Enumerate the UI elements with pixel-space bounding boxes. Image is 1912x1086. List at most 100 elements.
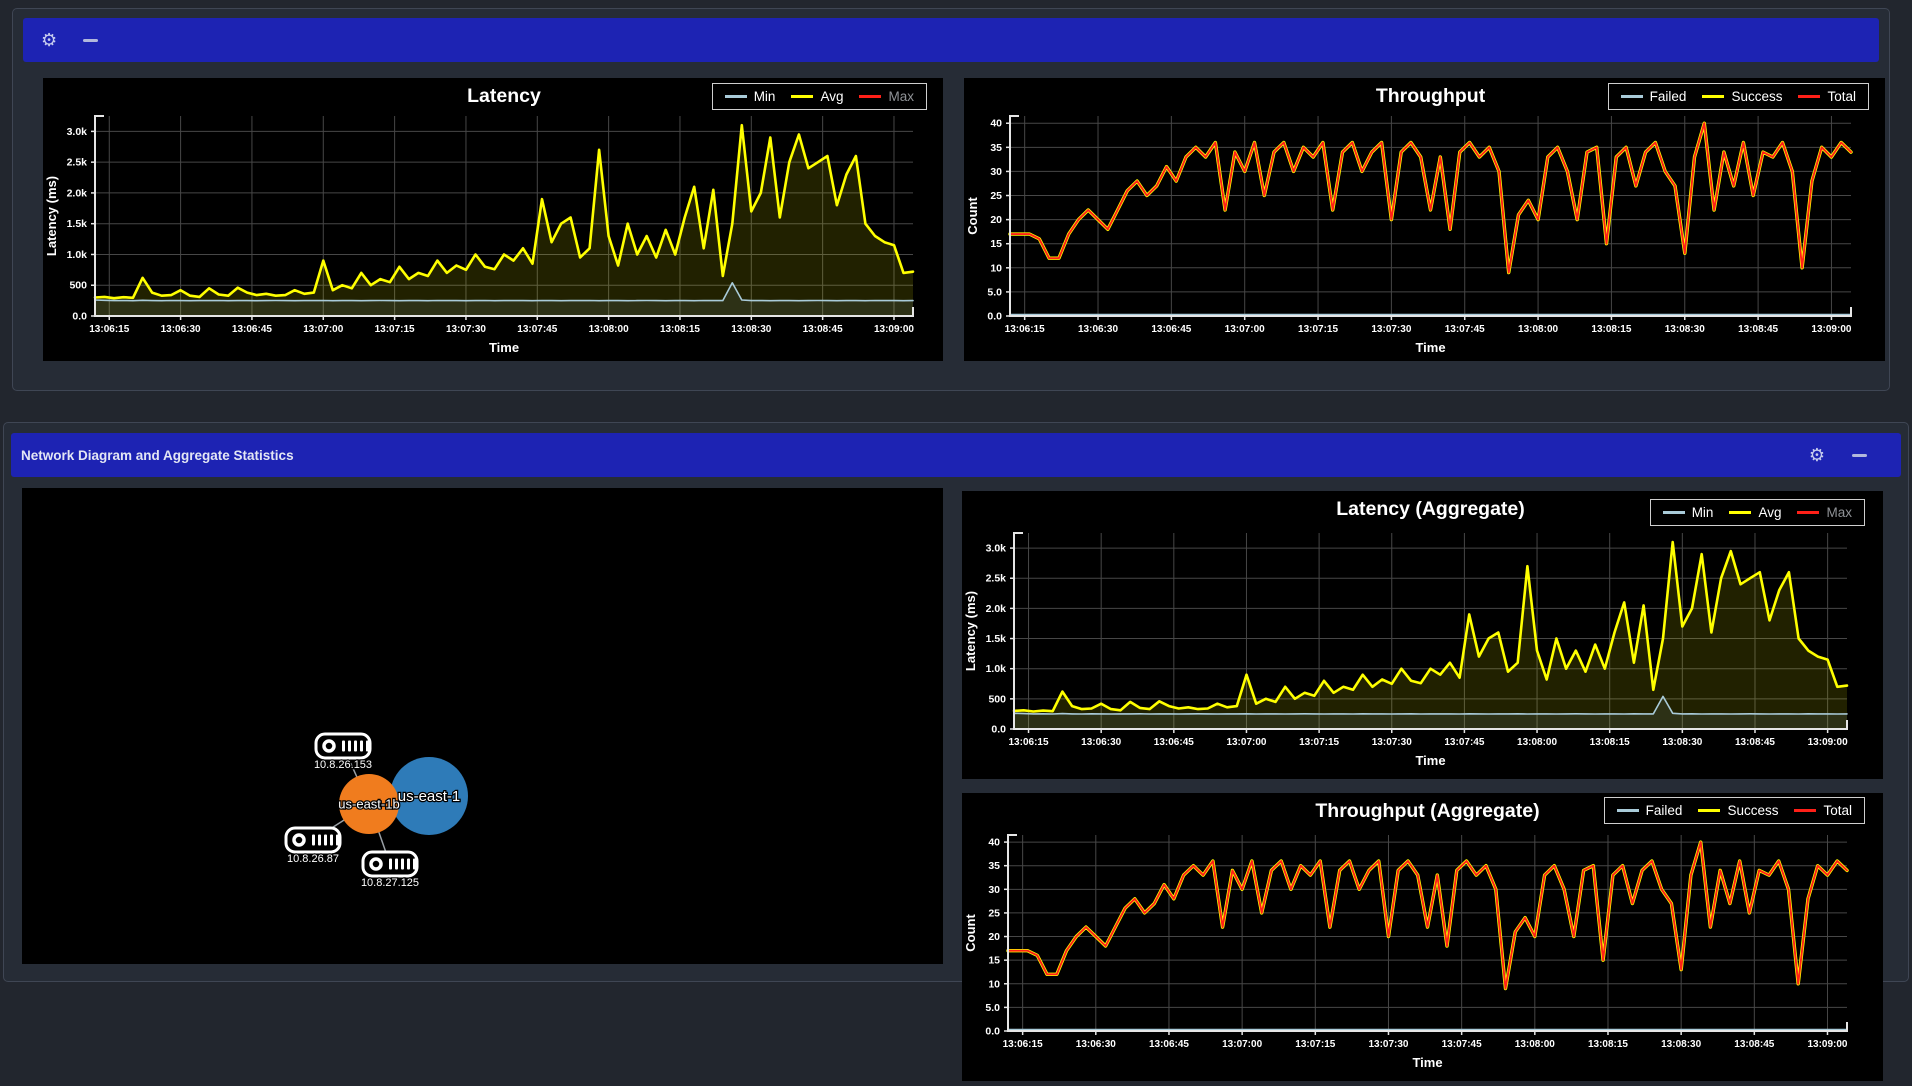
svg-text:25: 25 [988, 907, 1000, 919]
svg-text:13:07:30: 13:07:30 [1368, 1039, 1408, 1050]
svg-text:13:06:45: 13:06:45 [1154, 737, 1194, 748]
svg-text:Latency (Aggregate): Latency (Aggregate) [1336, 498, 1525, 520]
svg-text:13:08:15: 13:08:15 [1590, 737, 1630, 748]
throughput_agg-plot: 0.05.01015202530354013:06:1513:06:3013:0… [962, 793, 1883, 1081]
svg-text:13:06:30: 13:06:30 [161, 324, 201, 335]
latency-aggregate-chart[interactable]: 0.05001.0k1.5k2.0k2.5k3.0k13:06:1513:06:… [962, 491, 1883, 779]
legend-item-min[interactable]: Min [725, 89, 776, 104]
svg-text:2.0k: 2.0k [986, 603, 1007, 615]
svg-text:13:08:00: 13:08:00 [1515, 1039, 1555, 1050]
svg-text:Latency (ms): Latency (ms) [963, 591, 978, 671]
svg-text:13:08:30: 13:08:30 [1662, 737, 1702, 748]
legend-item-min[interactable]: Min [1663, 505, 1714, 520]
legend-item-max[interactable]: Max [1797, 505, 1852, 520]
svg-text:13:08:45: 13:08:45 [1735, 737, 1775, 748]
svg-text:500: 500 [69, 280, 87, 292]
svg-text:Count: Count [965, 197, 980, 235]
svg-text:30: 30 [990, 166, 1002, 178]
legend-label: Failed [1646, 803, 1683, 818]
legend-label: Failed [1650, 89, 1687, 104]
legend-label: Avg [1758, 505, 1781, 520]
throughput-plot: 0.05.01015202530354013:06:1513:06:3013:0… [964, 78, 1885, 361]
legend-label: Avg [820, 89, 843, 104]
svg-text:Latency: Latency [467, 85, 541, 107]
legend-item-failed[interactable]: Failed [1621, 89, 1687, 104]
svg-text:5.0: 5.0 [987, 286, 1002, 298]
svg-text:3.0k: 3.0k [67, 126, 88, 138]
minimize-icon[interactable] [83, 39, 98, 42]
svg-text:13:07:45: 13:07:45 [1445, 324, 1485, 335]
legend-item-total[interactable]: Total [1798, 89, 1856, 104]
legend-label: Total [1827, 89, 1856, 104]
legend-swatch [1797, 511, 1819, 515]
svg-text:1.5k: 1.5k [67, 218, 88, 230]
legend-item-total[interactable]: Total [1794, 803, 1852, 818]
svg-text:40: 40 [988, 837, 1000, 849]
legend-item-max[interactable]: Max [859, 89, 914, 104]
svg-text:Throughput: Throughput [1376, 85, 1486, 107]
legend-item-avg[interactable]: Avg [791, 89, 843, 104]
latency-legend: Min Avg Max [712, 83, 927, 110]
server-icon-10.8.26.87[interactable] [286, 828, 340, 852]
legend-swatch [1794, 809, 1816, 813]
server-icon-10.8.26.153[interactable] [316, 734, 370, 758]
panel-header: Network Diagram and Aggregate Statistics… [11, 433, 1901, 477]
legend-swatch [1621, 95, 1643, 99]
svg-text:13:08:00: 13:08:00 [1518, 324, 1558, 335]
svg-text:13:08:15: 13:08:15 [1591, 324, 1631, 335]
svg-text:13:07:00: 13:07:00 [1225, 324, 1265, 335]
legend-swatch [1729, 511, 1751, 515]
legend-item-failed[interactable]: Failed [1617, 803, 1683, 818]
gear-icon: ⚙ [41, 31, 57, 49]
svg-text:0.0: 0.0 [991, 724, 1006, 736]
svg-text:15: 15 [990, 238, 1002, 250]
legend-swatch [1702, 95, 1724, 99]
throughput-aggregate-chart[interactable]: 0.05.01015202530354013:06:1513:06:3013:0… [962, 793, 1883, 1081]
latency_agg-legend: Min Avg Max [1650, 499, 1865, 526]
svg-text:Time: Time [1412, 1055, 1442, 1070]
throughput-legend: Failed Success Total [1608, 83, 1869, 110]
settings-icon[interactable]: ⚙ [1809, 446, 1825, 464]
network-label-us-east-1b: us-east-1b [338, 796, 399, 811]
svg-text:13:07:45: 13:07:45 [1442, 1039, 1482, 1050]
server-icon-10.8.27.125[interactable] [363, 852, 417, 876]
legend-item-success[interactable]: Success [1698, 803, 1778, 818]
svg-text:13:06:30: 13:06:30 [1081, 737, 1121, 748]
minimize-icon[interactable] [1852, 454, 1867, 457]
gear-icon: ⚙ [1809, 446, 1825, 464]
settings-icon[interactable]: ⚙ [41, 31, 57, 49]
svg-text:13:09:00: 13:09:00 [1807, 1039, 1847, 1050]
svg-text:13:08:00: 13:08:00 [589, 324, 629, 335]
svg-text:10: 10 [990, 262, 1002, 274]
svg-text:35: 35 [990, 142, 1002, 154]
svg-text:0.0: 0.0 [985, 1026, 1000, 1038]
svg-text:500: 500 [988, 693, 1006, 705]
svg-text:13:07:15: 13:07:15 [375, 324, 415, 335]
svg-text:13:07:45: 13:07:45 [1444, 737, 1484, 748]
svg-text:30: 30 [988, 884, 1000, 896]
legend-swatch [1617, 809, 1639, 813]
svg-text:25: 25 [990, 190, 1002, 202]
legend-item-avg[interactable]: Avg [1729, 505, 1781, 520]
throughput-chart[interactable]: 0.05.01015202530354013:06:1513:06:3013:0… [964, 78, 1885, 361]
svg-text:Count: Count [963, 914, 978, 952]
svg-text:0.0: 0.0 [987, 311, 1002, 323]
svg-text:13:06:45: 13:06:45 [1151, 324, 1191, 335]
latency-chart[interactable]: 0.05001.0k1.5k2.0k2.5k3.0k13:06:1513:06:… [43, 78, 943, 361]
svg-text:13:06:45: 13:06:45 [1149, 1039, 1189, 1050]
network-diagram[interactable]: us-east-1us-east-1b10.8.26.15310.8.26.87… [22, 488, 943, 964]
svg-text:20: 20 [990, 214, 1002, 226]
legend-swatch [859, 95, 881, 99]
panel-header: ⚙ [23, 18, 1879, 62]
legend-swatch [1798, 95, 1820, 99]
legend-swatch [1663, 511, 1685, 515]
network-label-10.8.27.125: 10.8.27.125 [361, 877, 419, 889]
legend-swatch [791, 95, 813, 99]
svg-text:Time: Time [489, 340, 519, 355]
legend-item-success[interactable]: Success [1702, 89, 1782, 104]
svg-text:13:08:45: 13:08:45 [1734, 1039, 1774, 1050]
svg-text:Latency (ms): Latency (ms) [44, 176, 59, 256]
svg-text:13:07:30: 13:07:30 [1372, 737, 1412, 748]
svg-text:13:08:15: 13:08:15 [1588, 1039, 1628, 1050]
svg-text:13:06:30: 13:06:30 [1078, 324, 1118, 335]
